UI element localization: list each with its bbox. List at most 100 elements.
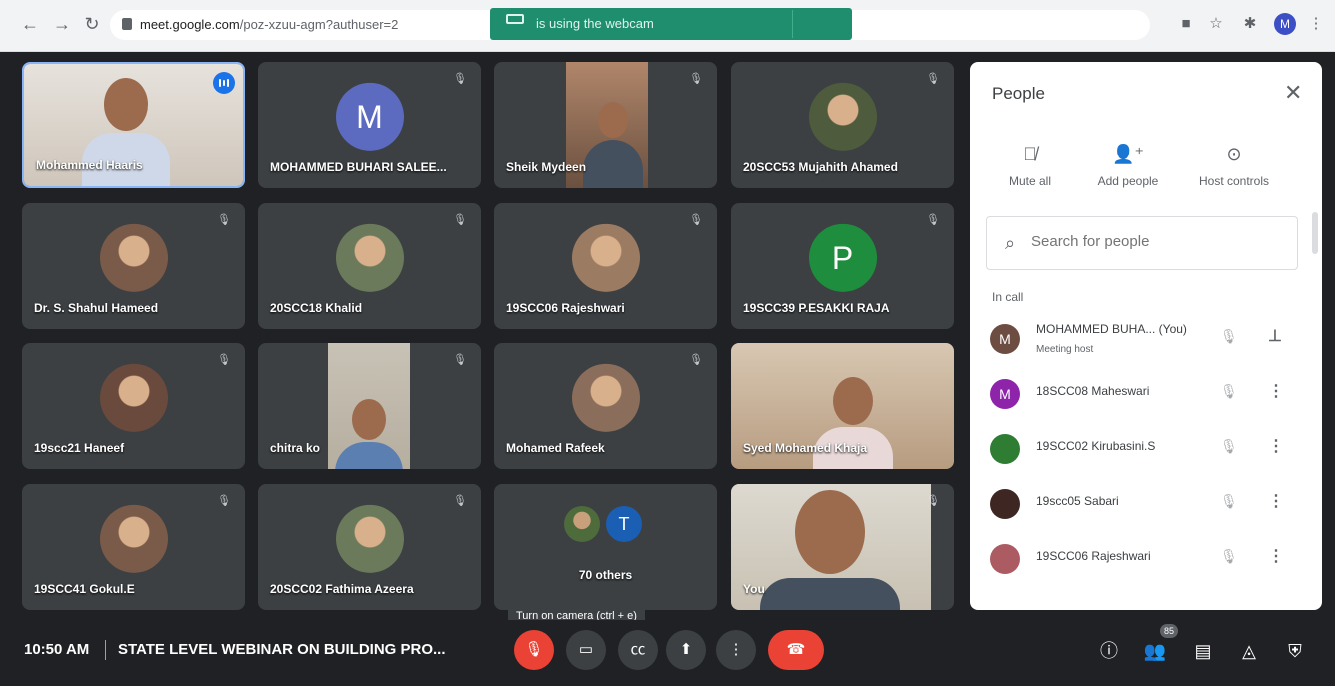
participant-name: Dr. S. Shahul Hameed xyxy=(34,301,159,315)
mic-off-icon[interactable]: 🎙 xyxy=(1220,548,1238,565)
more-vert-icon[interactable]: ⋮ xyxy=(1268,436,1284,456)
participant-tile[interactable]: 🎙 You xyxy=(731,484,954,610)
participant-list-item[interactable]: 19SCC02 Kirubasini.S 🎙 ⋮ xyxy=(970,424,1322,474)
more-options-button[interactable]: ⋮ xyxy=(716,630,756,670)
reload-icon[interactable]: ↻ xyxy=(80,12,104,36)
avatar xyxy=(571,223,640,292)
mic-off-icon[interactable]: 🎙 xyxy=(1220,493,1238,510)
browser-toolbar: ← → ↻ meet.google.com/poz-xzuu-agm?authu… xyxy=(0,0,1335,52)
participant-tile[interactable]: T 70 others xyxy=(494,484,717,610)
participant-name: 20SCC02 Fathima Azeera xyxy=(270,582,414,596)
more-menu-icon[interactable]: ⋮ xyxy=(1306,14,1326,34)
mic-off-icon[interactable]: 🎙 xyxy=(1220,328,1238,345)
camera-indicator-icon[interactable]: ■ xyxy=(1176,14,1196,34)
mic-off-icon: 🎙 xyxy=(453,73,467,85)
participant-tile[interactable]: 🎙 Sheik Mydeen xyxy=(494,62,717,188)
participant-tile[interactable]: 🎙 19scc21 Haneef xyxy=(22,343,245,469)
panel-scrollbar[interactable] xyxy=(1312,212,1318,254)
participant-count-badge: 85 xyxy=(1160,624,1178,638)
participant-tile[interactable]: 🎙 20SCC18 Khalid xyxy=(258,203,481,329)
avatar: T xyxy=(606,506,642,542)
add-people-button[interactable]: 👤⁺ Add people xyxy=(1078,144,1178,188)
host-shield-icon[interactable]: ⛨ xyxy=(1282,638,1308,664)
participant-tile[interactable]: 🎙 chitra ko xyxy=(258,343,481,469)
meeting-controls-bar: 10:50 AM STATE LEVEL WEBINAR ON BUILDING… xyxy=(0,620,1335,686)
activities-icon[interactable]: ◬ xyxy=(1236,638,1262,664)
more-vert-icon[interactable]: ⋮ xyxy=(1268,491,1284,511)
camera-off-icon: ▭ xyxy=(578,641,594,658)
star-icon[interactable]: ☆ xyxy=(1206,14,1226,34)
participant-name: Sheik Mydeen xyxy=(506,160,587,174)
mic-off-icon[interactable]: 🎙 xyxy=(1220,383,1238,400)
more-vert-icon[interactable]: ⋮ xyxy=(1268,381,1284,401)
participant-tile[interactable]: Mohammed Haaris xyxy=(22,62,245,188)
participant-tile[interactable]: M 🎙 MOHAMMED BUHARI SALEE... xyxy=(258,62,481,188)
mic-off-icon: 🎙 xyxy=(689,354,703,366)
profile-avatar[interactable]: M xyxy=(1274,13,1296,35)
participant-tile[interactable]: Syed Mohamed Khaja xyxy=(731,343,954,469)
webcam-banner-text: is using the webcam xyxy=(536,16,654,31)
participant-name: 20SCC53 Mujahith Ahamed xyxy=(743,160,898,174)
participant-avatar xyxy=(990,489,1020,519)
participant-name: 19SCC41 Gokul.E xyxy=(34,582,135,596)
participant-list-item[interactable]: M MOHAMMED BUHA... (You) Meeting host 🎙 ⊥ xyxy=(970,314,1322,364)
mute-all-button[interactable]: 🎙̸ Mute all xyxy=(980,144,1080,188)
participant-tile[interactable]: P 🎙 19SCC39 P.ESAKKI RAJA xyxy=(731,203,954,329)
avatar: M xyxy=(335,82,404,151)
pin-icon[interactable]: ⊥ xyxy=(1268,326,1282,346)
camera-toggle-button[interactable]: ▭ xyxy=(566,630,606,670)
lock-icon xyxy=(122,18,132,30)
mic-off-icon: 🎙 xyxy=(453,214,467,226)
mic-off-icon: 🎙 xyxy=(524,641,544,658)
participant-tile[interactable]: 🎙 19SCC06 Rajeshwari xyxy=(494,203,717,329)
more-vert-icon[interactable]: ⋮ xyxy=(1268,546,1284,566)
info-icon[interactable]: ⓘ xyxy=(1096,638,1122,664)
person-face xyxy=(598,102,628,138)
mic-off-icon: 🎙 xyxy=(217,214,231,226)
speaking-icon xyxy=(213,72,235,94)
avatar xyxy=(808,82,877,151)
leave-call-button[interactable]: ☎ xyxy=(768,630,824,670)
captions-button[interactable]: ㏄ xyxy=(618,630,658,670)
forward-icon[interactable]: → xyxy=(50,12,74,36)
participant-list-item[interactable]: 19SCC06 Rajeshwari 🎙 ⋮ xyxy=(970,534,1322,584)
toggle-icon: ⊙ xyxy=(1226,144,1242,164)
participant-role: Meeting host xyxy=(1036,344,1094,355)
participant-tile[interactable]: 🎙 20SCC02 Fathima Azeera xyxy=(258,484,481,610)
people-icon[interactable]: 👥 xyxy=(1142,638,1168,664)
present-button[interactable]: ⬆ xyxy=(666,630,706,670)
mic-off-icon: 🎙 xyxy=(926,73,940,85)
avatar xyxy=(564,506,600,542)
in-call-label: In call xyxy=(992,290,1024,304)
participant-list-item[interactable]: M 18SCC08 Maheswari 🎙 ⋮ xyxy=(970,369,1322,419)
participant-avatar xyxy=(990,544,1020,574)
back-icon[interactable]: ← xyxy=(18,12,42,36)
chat-icon[interactable]: ▤ xyxy=(1190,638,1216,664)
participant-name: Mohamed Rafeek xyxy=(506,441,605,455)
avatar xyxy=(335,223,404,292)
more-vert-icon: ⋮ xyxy=(728,641,744,658)
mic-off-icon[interactable]: 🎙 xyxy=(1220,438,1238,455)
panel-title: People xyxy=(992,84,1045,103)
search-people-field[interactable]: ⌕ xyxy=(986,216,1298,270)
person-face xyxy=(352,399,386,440)
participant-name: 19SCC39 P.ESAKKI RAJA xyxy=(743,301,890,315)
captions-icon: ㏄ xyxy=(630,641,646,658)
mic-toggle-button[interactable]: 🎙 xyxy=(514,630,554,670)
participant-tile[interactable]: 🎙 19SCC41 Gokul.E xyxy=(22,484,245,610)
avatar xyxy=(335,504,404,573)
participant-tile[interactable]: 🎙 Mohamed Rafeek xyxy=(494,343,717,469)
person-face xyxy=(833,377,873,425)
hang-up-icon: ☎ xyxy=(786,641,806,658)
participant-list-item[interactable]: 19scc05 Sabari 🎙 ⋮ xyxy=(970,479,1322,529)
close-icon[interactable]: ✕ xyxy=(1284,80,1302,106)
participant-tile[interactable]: 🎙 Dr. S. Shahul Hameed xyxy=(22,203,245,329)
participant-name: Mohammed Haaris xyxy=(36,158,143,172)
person-face xyxy=(795,490,865,574)
participant-name: You xyxy=(743,582,765,596)
participant-tile[interactable]: 🎙 20SCC53 Mujahith Ahamed xyxy=(731,62,954,188)
participant-name: chitra ko xyxy=(270,441,321,455)
search-input[interactable] xyxy=(1031,233,1271,250)
host-controls-button[interactable]: ⊙ Host controls xyxy=(1184,144,1284,188)
extensions-icon[interactable]: ✱ xyxy=(1240,14,1260,34)
